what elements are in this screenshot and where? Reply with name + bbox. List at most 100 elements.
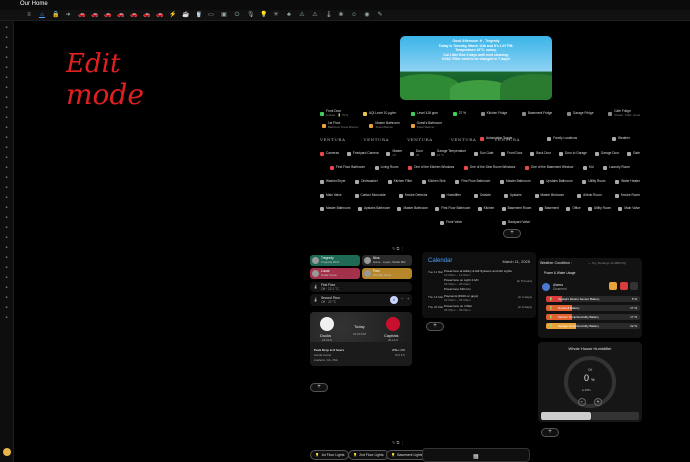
entity-chip[interactable]: Backyard Valve: [502, 221, 530, 225]
add-card-button[interactable]: +: [541, 428, 559, 437]
entity-chip[interactable]: 1st Floor Bathroom Towel Warmer: [322, 121, 359, 129]
entity-chip[interactable]: Kitchen Sink: [421, 180, 446, 184]
sidebar-item-icon[interactable]: ▪: [4, 85, 10, 91]
increase-button[interactable]: +: [594, 398, 602, 406]
entity-chip[interactable]: Living Room: [374, 166, 398, 170]
entity-chip[interactable]: Door off: [410, 149, 423, 157]
humidifier-card[interactable]: Whole House Humidifier Off 0 % ● 45% − +: [538, 342, 642, 422]
entity-chip[interactable]: Laundry Room: [603, 166, 630, 170]
entity-chip[interactable]: Utility Room: [582, 180, 605, 184]
add-card-button[interactable]: +: [310, 383, 328, 392]
battery-status-bar[interactable]: 🔋 Upstairs Motion Sensor Battery 5 %: [546, 296, 640, 302]
car-icon[interactable]: 🚗: [91, 12, 98, 18]
sidebar-item-icon[interactable]: ▪: [4, 215, 10, 221]
entity-chip[interactable]: Humidifier: [440, 194, 461, 198]
sidebar-item-icon[interactable]: ▪: [4, 65, 10, 71]
entity-chip[interactable]: Kitchen: [477, 207, 494, 211]
entity-chip[interactable]: Garage Door: [594, 151, 619, 156]
entity-chip[interactable]: Gate: [626, 151, 640, 156]
bulb-icon[interactable]: 💡: [260, 12, 267, 18]
entity-chip[interactable]: Automation Toggle: [480, 137, 512, 141]
arm-home-button[interactable]: [609, 282, 617, 290]
brand-logo[interactable]: VENTURA: [407, 137, 432, 142]
entity-chip[interactable]: Master Bathroom: [397, 207, 428, 211]
home-icon[interactable]: ⌂: [39, 12, 45, 18]
entity-chip[interactable]: Guest's Bathroom Towel Warmer: [410, 121, 442, 129]
entity-chip[interactable]: Master Bathroom Towel Warmer: [369, 121, 400, 129]
sidebar-item-icon[interactable]: ▪: [4, 195, 10, 201]
entity-chip[interactable]: Main Valve: [618, 207, 640, 211]
calendar-event[interactable]: Tue 11 Mar Powerzone at Hillary & Hill Sy…: [428, 269, 532, 277]
entity-chip[interactable]: Back Door: [530, 151, 551, 156]
entity-chip[interactable]: Master Bathroom: [500, 180, 530, 184]
lock-icon[interactable]: 🔒: [52, 12, 59, 18]
mode-on-button[interactable]: [591, 412, 639, 420]
media-card[interactable]: ▦: [422, 448, 530, 462]
sidebar-item-icon[interactable]: ▪: [4, 25, 10, 31]
entity-chip[interactable]: First Floor Bathroom: [435, 207, 470, 211]
sidebar-item-icon[interactable]: ▪: [4, 145, 10, 151]
calendar-event[interactable]: Powerzone on Light 4 A/C 08:00am – 08:00a…: [428, 278, 532, 286]
sidebar-item-icon[interactable]: ▪: [4, 75, 10, 81]
sidebar-item-icon[interactable]: ▪: [4, 125, 10, 131]
sidebar-item-icon[interactable]: ▪: [4, 205, 10, 211]
panel-controls[interactable]: ✎ ⧉ ⋮: [392, 246, 404, 252]
more-button[interactable]: [630, 282, 638, 290]
mug-icon[interactable]: ☕: [182, 12, 189, 18]
entity-chip[interactable]: Master off: [386, 149, 402, 157]
sidebar-item-icon[interactable]: ▪: [4, 175, 10, 181]
tree-icon[interactable]: ♣: [286, 12, 292, 18]
entity-chip[interactable]: Dishwasher: [355, 180, 378, 184]
arm-away-button[interactable]: [620, 282, 628, 290]
person-card[interactable]: Lucas Guitar Home: [310, 268, 360, 279]
entity-chip[interactable]: Washer/Dryer: [320, 180, 346, 184]
sidebar-item-icon[interactable]: ▪: [4, 135, 10, 141]
entity-chip[interactable]: Garage Fridge: [566, 111, 593, 116]
battery-status-bar[interactable]: 🔋 Doorbell Battery 17 %: [546, 305, 640, 311]
humidity-dial[interactable]: [562, 354, 618, 410]
entity-chip[interactable]: One of the Dine Room Windows: [463, 166, 515, 170]
brand-logo[interactable]: VENTURA: [320, 137, 345, 142]
sidebar-item-icon[interactable]: ▪: [4, 115, 10, 121]
entity-chip[interactable]: Upstairs: [503, 194, 522, 198]
entity-chip[interactable]: Cameras: [320, 151, 339, 156]
battery-status-bar[interactable]: 🔋 Garage Temp/Humidity Battery 22 %: [546, 323, 640, 329]
panel-controls[interactable]: ✎ ⧉ ⋮: [392, 440, 404, 446]
light-group-button[interactable]: 💡 2nd Floor Lights: [348, 450, 389, 460]
entity-chip[interactable]: Front Valve: [440, 221, 462, 225]
calendar-event[interactable]: Powerzone 190 min: [428, 287, 532, 292]
plus-icon[interactable]: +: [407, 296, 409, 301]
calendar-event[interactable]: Thu 20 Mar Powerzone on 4 filter 05:00pm –…: [428, 304, 532, 312]
entity-chip[interactable]: One of the Basement Window: [524, 166, 573, 170]
entity-chip[interactable]: One of the Kitchen Windows: [407, 166, 454, 170]
entity-chip[interactable]: Basement Fridge: [521, 111, 552, 116]
decrease-button[interactable]: −: [578, 398, 586, 406]
entity-chip[interactable]: Front Door: [501, 151, 522, 156]
entity-chip[interactable]: Office: [566, 207, 581, 211]
sidebar-item-icon[interactable]: ▪: [4, 275, 10, 281]
entity-chip[interactable]: Kitchen Fridge: [480, 111, 507, 116]
person-card[interactable]: Pam Friendly Home: [362, 268, 412, 279]
entity-chip[interactable]: Door to Garage: [558, 151, 587, 156]
brand-logo[interactable]: VENTURA: [364, 137, 389, 142]
entity-chip[interactable]: Outside: [473, 194, 491, 198]
entity-chip[interactable]: First Floor Bathroom: [455, 180, 490, 184]
entity-chip[interactable]: Basement: [538, 207, 559, 211]
car-icon[interactable]: 🚗: [78, 12, 85, 18]
sidebar-item-icon[interactable]: ▪: [4, 185, 10, 191]
sidebar-item-icon[interactable]: ▪: [4, 285, 10, 291]
brand-logo[interactable]: VENTURA: [451, 137, 476, 142]
entity-chip[interactable]: Water Heater: [615, 180, 640, 184]
sidebar-item-icon[interactable]: ▪: [4, 165, 10, 171]
sidebar-item-icon[interactable]: ▪: [4, 155, 10, 161]
entity-chip[interactable]: First Floor Bathroom: [330, 166, 365, 170]
sidebar-item-icon[interactable]: ▪: [4, 55, 10, 61]
light-group-button[interactable]: 💡 1st Floor Lights: [310, 450, 350, 460]
entity-chip[interactable]: Airbnb Room: [577, 194, 602, 198]
entity-chip[interactable]: Front Door Locked · 🔋 75 %: [320, 109, 348, 117]
garage-icon[interactable]: ▭: [208, 12, 214, 18]
greeting-weather-card[interactable]: Good Afternoon ☀ , Tregredy Today is Tue…: [400, 36, 552, 100]
person-card[interactable]: Tregredy Tregredy Work: [310, 255, 360, 266]
first-floor-thermostat[interactable]: 🌡 First Floor Off · 22.1 °C: [310, 282, 412, 292]
sidebar-item-icon[interactable]: ▪: [4, 255, 10, 261]
